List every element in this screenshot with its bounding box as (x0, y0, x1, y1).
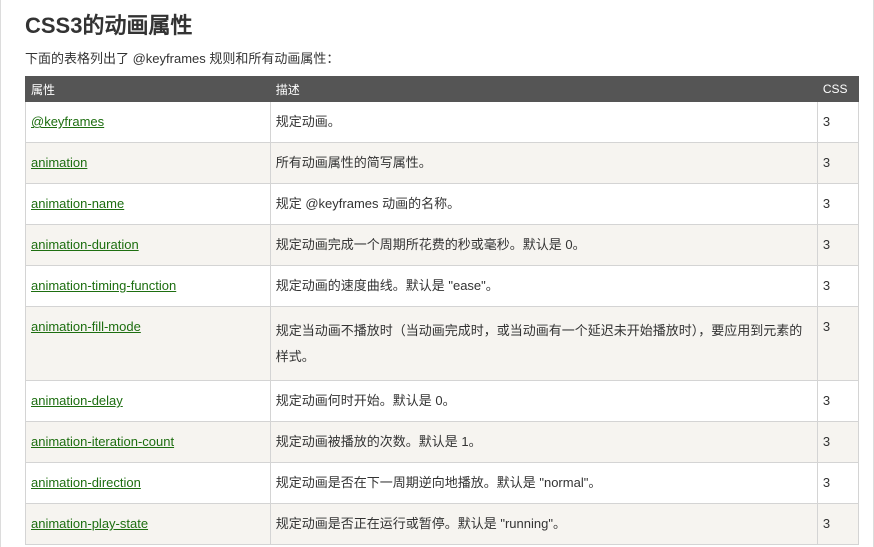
property-link[interactable]: animation-direction (31, 475, 141, 490)
table-row: animation-duration 规定动画完成一个周期所花费的秒或毫秒。默认… (25, 224, 860, 266)
description-cell: 规定动画是否在下一周期逆向地播放。默认是 "normal"。 (269, 462, 818, 504)
table-row: @keyframes 规定动画。 3 (25, 101, 860, 143)
intro-text: 下面的表格列出了 @keyframes 规则和所有动画属性： (25, 51, 340, 66)
css-version-cell: 3 (816, 462, 860, 504)
property-link[interactable]: animation-fill-mode (31, 319, 141, 334)
header-property: 属性 (25, 76, 271, 102)
description-cell: 规定当动画不播放时（当动画完成时，或当动画有一个延迟未开始播放时），要应用到元素… (269, 306, 818, 381)
description-cell: 规定动画是否正在运行或暂停。默认是 "running"。 (269, 503, 818, 545)
description-cell: 规定动画。 (269, 101, 818, 143)
css-version-cell: 3 (816, 265, 860, 307)
table-row: animation-timing-function 规定动画的速度曲线。默认是 … (25, 265, 860, 307)
header-css: CSS (816, 76, 860, 102)
property-link[interactable]: animation-name (31, 196, 124, 211)
table-row: animation-fill-mode 规定当动画不播放时（当动画完成时，或当动… (25, 306, 860, 381)
property-link[interactable]: animation-iteration-count (31, 434, 174, 449)
property-link[interactable]: animation-delay (31, 393, 123, 408)
table-row: animation-iteration-count 规定动画被播放的次数。默认是… (25, 421, 860, 463)
css-version-cell: 3 (816, 101, 860, 143)
css-version-cell: 3 (816, 183, 860, 225)
table-row: animation-delay 规定动画何时开始。默认是 0。 3 (25, 380, 860, 422)
css-version-cell: 3 (816, 421, 860, 463)
css-version-cell: 3 (816, 503, 860, 545)
description-cell: 规定 @keyframes 动画的名称。 (269, 183, 818, 225)
description-cell: 所有动画属性的简写属性。 (269, 142, 818, 184)
table-row: animation 所有动画属性的简写属性。 3 (25, 142, 860, 184)
css-version-cell: 3 (816, 380, 860, 422)
property-cell: animation-delay (25, 380, 271, 422)
property-cell: animation (25, 142, 271, 184)
description-cell: 规定动画完成一个周期所花费的秒或毫秒。默认是 0。 (269, 224, 818, 266)
property-link[interactable]: @keyframes (31, 114, 104, 129)
table-row: animation-direction 规定动画是否在下一周期逆向地播放。默认是… (25, 462, 860, 504)
property-cell: animation-timing-function (25, 265, 271, 307)
property-link[interactable]: animation-duration (31, 237, 139, 252)
css-version-cell: 3 (816, 224, 860, 266)
css-version-cell: 3 (816, 142, 860, 184)
property-cell: animation-fill-mode (25, 306, 271, 381)
css-version-cell: 3 (816, 306, 860, 381)
description-cell: 规定动画的速度曲线。默认是 "ease"。 (269, 265, 818, 307)
property-link[interactable]: animation-play-state (31, 516, 148, 531)
page-title: CSS3的动画属性 (25, 13, 193, 38)
table-row: animation-name 规定 @keyframes 动画的名称。 3 (25, 183, 860, 225)
header-description: 描述 (269, 76, 818, 102)
property-cell: animation-iteration-count (25, 421, 271, 463)
property-cell: animation-direction (25, 462, 271, 504)
property-link[interactable]: animation-timing-function (31, 278, 176, 293)
property-link[interactable]: animation (31, 155, 87, 170)
property-cell: @keyframes (25, 101, 271, 143)
property-cell: animation-name (25, 183, 271, 225)
animation-properties-table: 属性 描述 CSS @keyframes 规定动画。 3 animation 所… (25, 76, 860, 545)
table-row: animation-play-state 规定动画是否正在运行或暂停。默认是 "… (25, 503, 860, 545)
property-cell: animation-duration (25, 224, 271, 266)
property-cell: animation-play-state (25, 503, 271, 545)
table-header-row: 属性 描述 CSS (25, 76, 860, 102)
description-cell: 规定动画被播放的次数。默认是 1。 (269, 421, 818, 463)
left-border (0, 0, 1, 547)
description-cell: 规定动画何时开始。默认是 0。 (269, 380, 818, 422)
page: CSS3的动画属性 下面的表格列出了 @keyframes 规则和所有动画属性：… (0, 0, 874, 547)
